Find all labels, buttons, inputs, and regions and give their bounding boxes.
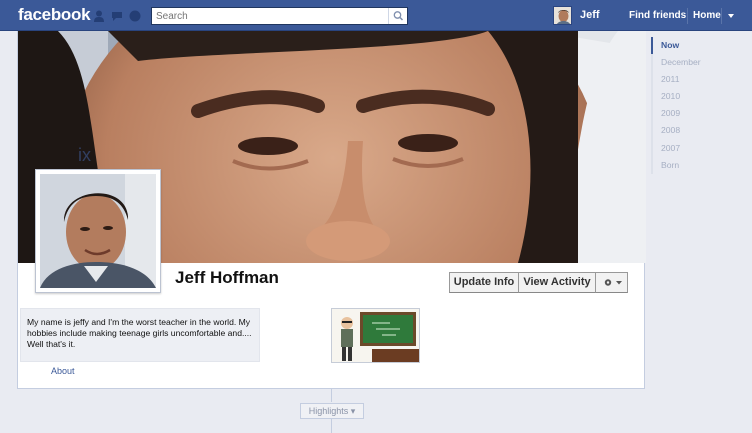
timeline-spine [331, 389, 332, 402]
notifications-globe-icon[interactable] [129, 10, 141, 22]
scrubber-item-2011[interactable]: 2011 [651, 71, 741, 89]
nav-divider [687, 8, 688, 24]
scrubber-item-2007[interactable]: 2007 [651, 139, 741, 157]
top-navigation-bar: facebook Jeff Find friends Home [0, 0, 752, 31]
search-box [151, 7, 408, 25]
scrubber-item-born[interactable]: Born [651, 156, 741, 174]
settings-gear-button[interactable] [596, 272, 628, 293]
scrubber-item-december[interactable]: December [651, 54, 741, 72]
user-avatar[interactable] [553, 6, 572, 25]
profile-name[interactable]: Jeff Hoffman [175, 268, 279, 288]
timeline-scrubber: Now December 2011 2010 2009 2008 2007 Bo… [651, 37, 741, 174]
timeline-header-card: ix Jeff Hoffman Update Info View Activit… [17, 31, 646, 389]
chevron-down-icon: ▾ [350, 406, 356, 416]
nav-divider [721, 8, 722, 24]
magnifier-icon [393, 11, 404, 21]
scrubber-item-2010[interactable]: 2010 [651, 88, 741, 106]
scrubber-item-2009[interactable]: 2009 [651, 105, 741, 123]
user-name-link[interactable]: Jeff [580, 9, 600, 21]
gear-icon [604, 279, 622, 286]
home-link[interactable]: Home [693, 10, 721, 21]
friend-requests-icon[interactable] [93, 10, 105, 22]
bio-text: My name is jeffy and I'm the worst teach… [27, 317, 252, 349]
view-activity-button[interactable]: View Activity [519, 272, 596, 293]
timeline-spine [331, 419, 332, 433]
app-thumbnail-teacher[interactable] [331, 308, 420, 363]
svg-text:ix: ix [78, 145, 91, 165]
scrubber-item-2008[interactable]: 2008 [651, 122, 741, 140]
profile-picture[interactable] [35, 169, 161, 293]
messages-icon[interactable] [111, 10, 123, 22]
account-menu-caret-icon[interactable] [728, 14, 734, 18]
search-button[interactable] [388, 8, 407, 24]
highlights-label: Highlights [308, 406, 349, 416]
find-friends-link[interactable]: Find friends [629, 10, 686, 21]
update-info-button[interactable]: Update Info [449, 272, 519, 293]
about-link[interactable]: About [51, 366, 75, 376]
highlights-button[interactable]: Highlights ▾ [300, 403, 364, 419]
facebook-logo[interactable]: facebook [18, 5, 91, 25]
bio-box: My name is jeffy and I'm the worst teach… [20, 308, 260, 362]
search-input[interactable] [152, 8, 388, 24]
scrubber-item-now[interactable]: Now [651, 37, 741, 55]
